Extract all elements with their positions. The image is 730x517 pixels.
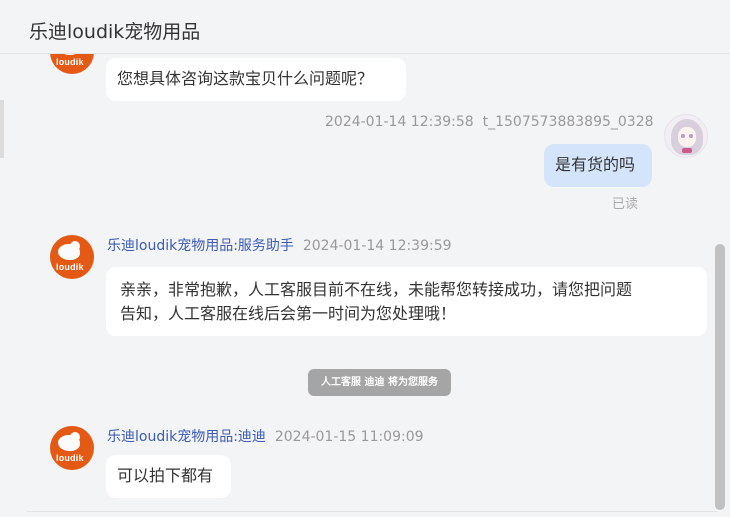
sender-id: t_1507573883895_0328 [482, 114, 654, 130]
message-bubble-self: 是有货的吗 [544, 144, 652, 187]
shop-logo-text: loudik [56, 262, 84, 272]
message-bubble: 亲亲，非常抱歉，人工客服目前不在线，未能帮您转接成功，请您把问题 告知，人工客服… [106, 267, 707, 336]
shop-logo-text: loudik [56, 453, 84, 463]
message-time: 2024-01-15 11:09:09 [274, 429, 424, 445]
message-text: 您想具体咨询这款宝贝什么问题呢？ [117, 69, 374, 88]
sender-name[interactable]: 乐迪loudik宠物用品:迪迪 [107, 429, 266, 445]
message-meta: 乐迪loudik宠物用品:迪迪 2024-01-15 11:09:09 [107, 426, 424, 446]
user-avatar[interactable] [664, 114, 708, 158]
shop-avatar[interactable]: loudik [50, 235, 94, 279]
chat-header: 乐迪loudik宠物用品 [0, 0, 730, 54]
divider [27, 511, 717, 512]
shop-logo-text: loudik [56, 57, 84, 67]
scrollbar-thumb[interactable] [715, 244, 725, 510]
panel-edge [0, 100, 4, 158]
message-bubble: 您想具体咨询这款宝贝什么问题呢？ [106, 58, 406, 101]
message-time: 2024-01-14 12:39:58 [325, 114, 474, 130]
message-bubble: 可以拍下都有 [106, 455, 231, 498]
message-text-line: 亲亲，非常抱歉，人工客服目前不在线，未能帮您转接成功，请您把问题 [120, 280, 633, 299]
shop-title: 乐迪loudik宠物用品 [29, 21, 201, 43]
read-status: 已读 [612, 197, 639, 212]
message-meta: 2024-01-14 12:39:58 t_1507573883895_0328 [325, 114, 654, 130]
message-meta: 乐迪loudik宠物用品:服务助手 2024-01-14 12:39:59 [107, 235, 452, 255]
message-text: 是有货的吗 [555, 155, 636, 174]
system-tip: 人工客服 迪迪 将为您服务 [308, 369, 451, 396]
message-text-line: 告知，人工客服在线后会第一时间为您处理哦！ [120, 304, 457, 323]
sender-name[interactable]: 乐迪loudik宠物用品:服务助手 [107, 238, 294, 254]
message-time: 2024-01-14 12:39:59 [302, 238, 452, 254]
message-text: 可以拍下都有 [117, 466, 214, 485]
shop-avatar[interactable]: loudik [50, 426, 94, 470]
